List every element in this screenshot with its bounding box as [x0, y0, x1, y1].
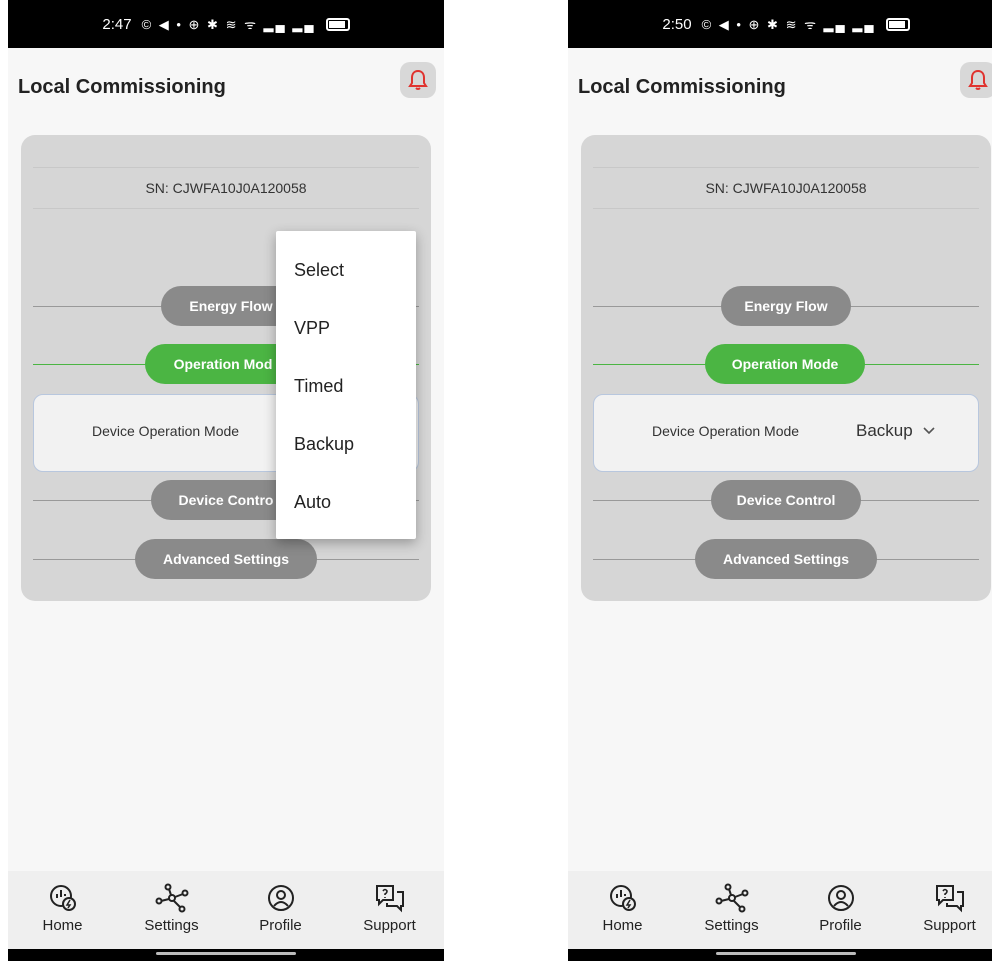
nav-support-label: Support [363, 917, 416, 934]
nav-home-label: Home [42, 917, 83, 934]
home-indicator [568, 949, 992, 961]
network-icon [715, 883, 748, 913]
phone-screen-right: 2:50 © ◀ • ⊕ ✱ ≋ ᯤ ▂▄ ▂▄ Local Commissio… [568, 0, 992, 961]
profile-icon [827, 885, 854, 911]
bell-icon [968, 69, 988, 90]
dropdown-option-auto[interactable]: Auto [276, 473, 416, 531]
profile-icon [267, 885, 294, 911]
nav-support[interactable]: Support [345, 883, 435, 934]
nav-support-label: Support [923, 917, 976, 934]
selected-mode-value: Backup [856, 421, 913, 440]
status-time: 2:50 [662, 15, 692, 33]
dropdown-option-vpp[interactable]: VPP [276, 299, 416, 357]
nav-profile-label: Profile [819, 917, 862, 934]
bottom-nav: Home Settings Profile Support [8, 871, 444, 949]
battery-icon [325, 17, 350, 31]
page-title: Local Commissioning [18, 76, 226, 98]
nav-home-label: Home [602, 917, 643, 934]
nav-settings[interactable]: Settings [127, 883, 217, 934]
dropdown-option-backup[interactable]: Backup [276, 415, 416, 473]
nav-profile-label: Profile [259, 917, 302, 934]
app-bar: Local Commissioning [568, 48, 992, 115]
phone-screen-left: 2:47 © ◀ • ⊕ ✱ ≋ ᯤ ▂▄ ▂▄ Local Commissio… [8, 0, 444, 961]
nav-profile[interactable]: Profile [236, 883, 326, 934]
nav-settings-label: Settings [144, 917, 199, 934]
advanced-settings-button[interactable]: Advanced Settings [695, 539, 877, 579]
status-time: 2:47 [102, 15, 132, 33]
network-icon [155, 883, 188, 913]
energy-flow-button[interactable]: Energy Flow [721, 286, 851, 326]
device-operation-mode-row: Device Operation Mode Backup [593, 394, 979, 472]
dashboard-icon [609, 885, 636, 911]
nav-home[interactable]: Home [578, 883, 668, 934]
nav-profile[interactable]: Profile [796, 883, 886, 934]
battery-icon [885, 17, 910, 31]
dropdown-option-select[interactable]: Select [276, 241, 416, 299]
operation-mode-select[interactable]: Backup [856, 421, 936, 441]
device-control-button[interactable]: Device Control [711, 480, 861, 520]
nav-settings-label: Settings [704, 917, 759, 934]
page-title: Local Commissioning [578, 76, 786, 98]
nav-home[interactable]: Home [18, 883, 108, 934]
advanced-settings-button[interactable]: Advanced Settings [135, 539, 317, 579]
serial-number: SN: CJWFA10J0A120058 [593, 167, 979, 209]
dropdown-option-timed[interactable]: Timed [276, 357, 416, 415]
home-indicator [8, 949, 444, 961]
dashboard-icon [49, 885, 76, 911]
nav-settings[interactable]: Settings [687, 883, 777, 934]
serial-number: SN: CJWFA10J0A120058 [33, 167, 419, 209]
notification-button[interactable] [960, 62, 992, 98]
device-card: SN: CJWFA10J0A120058 Energy Flow Operati… [581, 135, 991, 601]
operation-mode-button[interactable]: Operation Mode [705, 344, 865, 384]
bottom-nav: Home Settings Profile Support [568, 871, 992, 949]
chevron-down-icon [923, 427, 936, 435]
nav-support[interactable]: Support [905, 883, 992, 934]
status-icons: © ◀ • ⊕ ✱ ≋ ᯤ ▂▄ ▂▄ [141, 17, 316, 32]
app-bar: Local Commissioning [8, 48, 444, 115]
notification-button[interactable] [400, 62, 436, 98]
support-chat-icon [935, 885, 964, 913]
device-operation-mode-label: Device Operation Mode [652, 423, 800, 439]
status-icons: © ◀ • ⊕ ✱ ≋ ᯤ ▂▄ ▂▄ [701, 17, 876, 32]
bell-icon [408, 69, 428, 90]
mode-dropdown-menu: Select VPP Timed Backup Auto [276, 231, 416, 539]
status-bar: 2:50 © ◀ • ⊕ ✱ ≋ ᯤ ▂▄ ▂▄ [568, 0, 992, 48]
support-chat-icon [375, 885, 404, 913]
device-operation-mode-label: Device Operation Mode [92, 423, 240, 439]
status-bar: 2:47 © ◀ • ⊕ ✱ ≋ ᯤ ▂▄ ▂▄ [8, 0, 444, 48]
